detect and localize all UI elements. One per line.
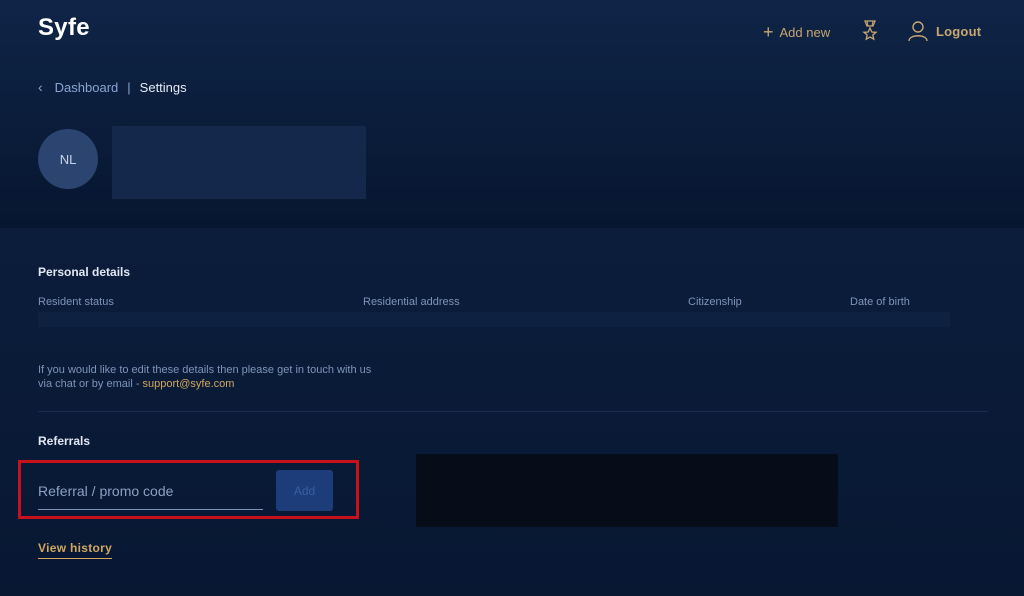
settings-main: [0, 228, 1024, 596]
personal-details-title: Personal details: [38, 265, 131, 279]
breadcrumb-current: Settings: [139, 79, 187, 95]
logout-label: Logout: [936, 23, 982, 39]
note-line-1: If you would like to edit these details …: [38, 364, 372, 376]
date-of-birth-label: Date of birth: [850, 296, 910, 308]
note-line-2-prefix: via chat or by email -: [38, 378, 143, 390]
resident-status-label: Resident status: [38, 296, 114, 308]
edit-details-note: If you would like to edit these details …: [38, 363, 371, 391]
add-new-button[interactable]: + Add new: [763, 22, 830, 42]
user-icon: [908, 21, 928, 42]
syfe-logo[interactable]: Syfe: [38, 14, 90, 42]
referrals-title: Referrals: [38, 434, 91, 448]
citizenship-label: Citizenship: [688, 296, 742, 308]
referral-info-redacted: [416, 454, 838, 527]
add-promo-button[interactable]: Add: [276, 470, 333, 511]
add-new-label: Add new: [779, 24, 831, 40]
avatar: NL: [38, 129, 98, 189]
breadcrumb: ‹ Dashboard | Settings: [38, 79, 187, 95]
logout-button[interactable]: Logout: [908, 20, 981, 42]
chevron-left-icon[interactable]: ‹: [38, 79, 43, 95]
view-history-link[interactable]: View history: [38, 541, 113, 559]
support-email-link[interactable]: support@syfe.com: [143, 378, 235, 390]
ribbon-badge-icon[interactable]: [860, 20, 880, 42]
section-divider: [38, 411, 988, 412]
breadcrumb-dashboard-link[interactable]: Dashboard: [55, 80, 119, 95]
note-line-2: via chat or by email - support@syfe.com: [38, 377, 371, 391]
profile-name-placeholder: [112, 126, 366, 199]
promo-code-input[interactable]: [38, 478, 263, 510]
breadcrumb-separator: |: [127, 79, 131, 95]
residential-address-label: Residential address: [363, 296, 460, 308]
plus-icon: +: [763, 22, 774, 42]
personal-details-values-redacted: [38, 312, 950, 327]
